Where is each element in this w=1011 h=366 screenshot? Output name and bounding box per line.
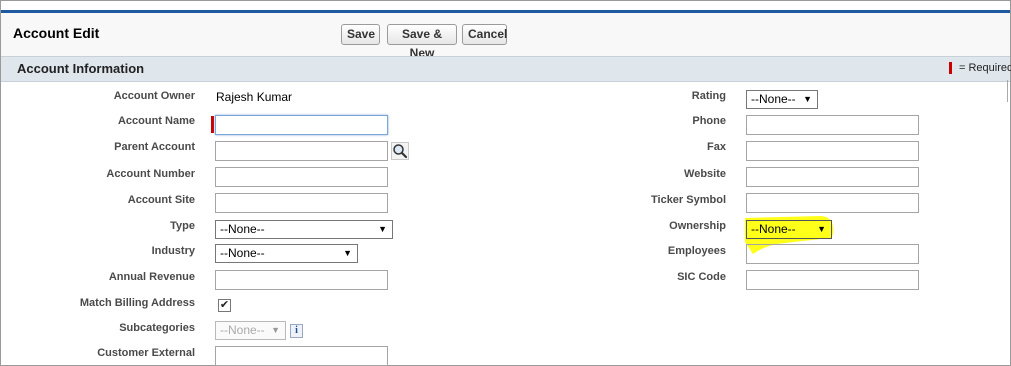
employees-input[interactable] — [746, 244, 919, 264]
cancel-button[interactable]: Cancel — [462, 24, 507, 45]
label-rating: Rating — [691, 90, 726, 102]
industry-select[interactable]: --None-- ▼ — [215, 244, 358, 263]
label-account-name: Account Name — [117, 115, 195, 127]
chevron-down-icon: ▼ — [378, 224, 387, 234]
section-title: Account Information — [17, 61, 145, 76]
website-input[interactable] — [746, 167, 919, 187]
label-account-owner: Account Owner — [113, 90, 195, 102]
save-button[interactable]: Save — [341, 24, 380, 45]
chevron-down-icon: ▼ — [803, 94, 812, 104]
rating-select[interactable]: --None-- ▼ — [746, 90, 818, 109]
label-account-site: Account Site — [127, 194, 195, 206]
required-legend-marker — [949, 62, 952, 74]
label-website: Website — [684, 168, 726, 180]
sic-code-input[interactable] — [746, 270, 919, 290]
chevron-down-icon: ▼ — [817, 224, 826, 234]
label-sic-code: SIC Code — [677, 271, 726, 283]
type-selected-value: --None-- — [220, 222, 265, 236]
account-name-input[interactable] — [215, 115, 388, 135]
label-type: Type — [170, 220, 195, 232]
label-account-number: Account Number — [106, 168, 195, 180]
label-ownership: Ownership — [669, 220, 726, 232]
customer-external-input[interactable] — [215, 346, 388, 366]
industry-selected-value: --None-- — [220, 246, 265, 260]
parent-account-input[interactable] — [215, 141, 388, 161]
label-annual-revenue: Annual Revenue — [108, 271, 195, 283]
ownership-select[interactable]: --None-- ▼ — [746, 220, 832, 239]
label-fax: Fax — [707, 141, 726, 153]
scrollbar-edge — [1007, 80, 1008, 102]
fax-input[interactable] — [746, 141, 919, 161]
subcategories-select[interactable]: --None-- ▼ — [215, 321, 286, 340]
subcategories-selected-value: --None-- — [220, 323, 265, 337]
label-subcategories: Subcategories — [119, 322, 195, 334]
rating-selected-value: --None-- — [751, 92, 796, 106]
label-customer-external: Customer External — [97, 347, 195, 359]
ticker-symbol-input[interactable] — [746, 193, 919, 213]
page-title: Account Edit — [13, 25, 100, 41]
account-site-input[interactable] — [215, 193, 388, 213]
info-icon[interactable]: i — [290, 324, 303, 338]
label-parent-account: Parent Account — [114, 141, 195, 153]
magnifier-lookup-icon[interactable] — [391, 142, 409, 160]
label-employees: Employees — [667, 245, 726, 257]
account-owner-value: Rajesh Kumar — [216, 90, 293, 104]
label-industry: Industry — [151, 245, 195, 257]
annual-revenue-input[interactable] — [215, 270, 388, 290]
section-header-bar — [1, 56, 1010, 82]
save-and-new-button[interactable]: Save & New — [387, 24, 457, 60]
ownership-selected-value: --None-- — [751, 222, 796, 236]
chevron-down-icon: ▼ — [343, 248, 352, 258]
label-phone: Phone — [692, 115, 726, 127]
required-marker — [211, 116, 214, 133]
phone-input[interactable] — [746, 115, 919, 135]
type-select[interactable]: --None-- ▼ — [215, 220, 393, 239]
match-billing-address-checkbox[interactable]: ✔ — [218, 299, 231, 312]
label-ticker-symbol: Ticker Symbol — [651, 194, 726, 206]
account-number-input[interactable] — [215, 167, 388, 187]
chevron-down-icon: ▼ — [271, 325, 280, 335]
required-legend-text: = Required — [959, 62, 1011, 74]
label-match-billing-address: Match Billing Address — [79, 297, 195, 309]
